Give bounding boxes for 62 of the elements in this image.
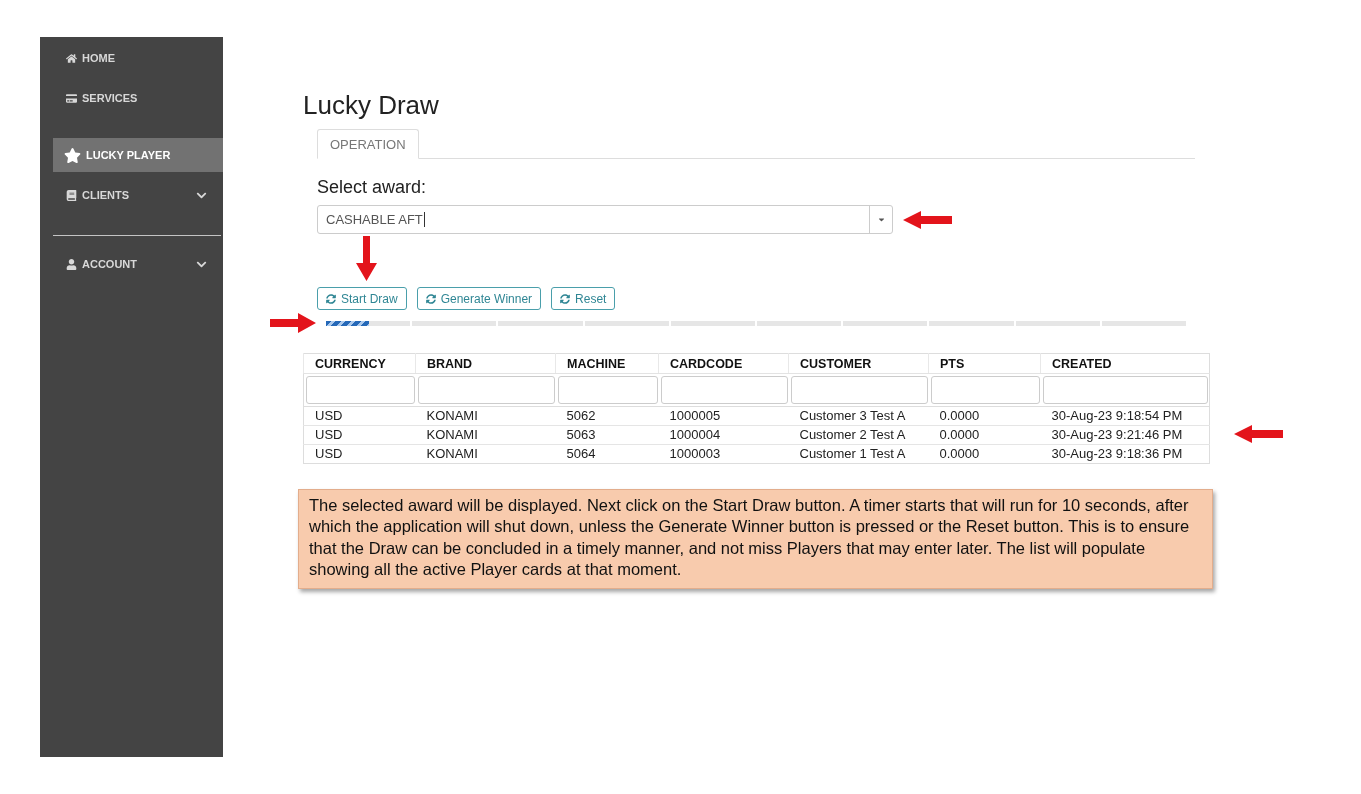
column-header: CUSTOMER — [788, 353, 929, 374]
star-icon — [64, 146, 81, 164]
column-header: CREATED — [1040, 353, 1210, 374]
text-cursor-icon — [423, 212, 425, 227]
nav-item[interactable]: HOME — [53, 41, 223, 75]
caret-icon — [876, 215, 886, 224]
draw-button[interactable]: Start Draw — [317, 287, 407, 310]
table-cell: KONAMI — [415, 444, 556, 464]
filter-field[interactable] — [930, 376, 1040, 404]
refresh-icon — [326, 293, 336, 304]
table-cell: 1000005 — [658, 406, 789, 426]
filter-field[interactable] — [306, 376, 415, 404]
column-header: PTS — [928, 353, 1041, 374]
nav-item[interactable]: CLIENTS — [53, 178, 223, 212]
table-cell: 0.0000 — [928, 406, 1041, 426]
table-cell: KONAMI — [415, 406, 556, 426]
nav-item[interactable]: SERVICES — [53, 81, 223, 115]
draw-button[interactable]: Reset — [551, 287, 616, 310]
draw-button[interactable]: Generate Winner — [416, 287, 542, 310]
table-cell: USD — [303, 406, 416, 426]
table-cell: USD — [303, 444, 416, 464]
filter-field[interactable] — [660, 376, 788, 404]
select-label: Select award: — [317, 176, 427, 198]
home-icon — [66, 52, 77, 64]
table-cell: 5064 — [555, 444, 659, 464]
arrow-left-icon — [1234, 425, 1283, 443]
nav-item[interactable]: ACCOUNT — [53, 247, 223, 281]
table-cell: 1000003 — [658, 444, 789, 464]
page-title: Lucky Draw — [303, 90, 439, 120]
filter-field[interactable] — [790, 376, 928, 404]
column-header: BRAND — [415, 353, 556, 374]
table-cell: 30-Aug-23 9:18:36 PM — [1040, 444, 1210, 464]
filter-field[interactable] — [417, 376, 555, 404]
column-header: MACHINE — [555, 353, 659, 374]
table-cell: 30-Aug-23 9:21:46 PM — [1040, 425, 1210, 445]
table-cell: Customer 3 Test A — [788, 406, 929, 426]
column-header: CARDCODE — [658, 353, 789, 374]
nav-item[interactable]: LUCKY PLAYER — [53, 138, 223, 172]
arrow-right-icon — [270, 313, 316, 333]
arrow-left-icon — [903, 210, 952, 229]
instruction-note: The selected award will be displayed. Next click on the Start Draw button. A timer starts that will run for 10 seconds, after which the application will shut down, unless the Generate Winner button is pressed or the Reset button. This is to ensure that the Draw can be concluded in a timely manner, and not miss Players that may enter later. The list will populate showing all the active Player cards at that moment. — [298, 489, 1213, 590]
arrow-down-icon — [356, 236, 377, 281]
table-cell: KONAMI — [415, 425, 556, 445]
table-cell: 5062 — [555, 406, 659, 426]
tab[interactable]: OPERATION — [317, 129, 419, 159]
filter-field[interactable] — [557, 376, 658, 404]
refresh-icon — [560, 293, 571, 304]
refresh-icon — [425, 293, 436, 304]
table-cell: USD — [303, 425, 416, 445]
filter-field[interactable] — [1042, 376, 1208, 404]
table-cell: 0.0000 — [928, 425, 1041, 445]
table-cell: 1000004 — [658, 425, 789, 445]
award-select[interactable]: CASHABLE AFT — [317, 205, 893, 234]
table-cell: Customer 2 Test A — [788, 425, 929, 445]
credit-card-icon — [66, 92, 77, 104]
user-icon — [66, 258, 77, 270]
table-cell: 30-Aug-23 9:18:54 PM — [1040, 406, 1210, 426]
column-header: CURRENCY — [303, 353, 416, 374]
table-cell: 0.0000 — [928, 444, 1041, 464]
book-icon — [66, 189, 77, 201]
table-cell: 5063 — [555, 425, 659, 445]
table-cell: Customer 1 Test A — [788, 444, 929, 464]
